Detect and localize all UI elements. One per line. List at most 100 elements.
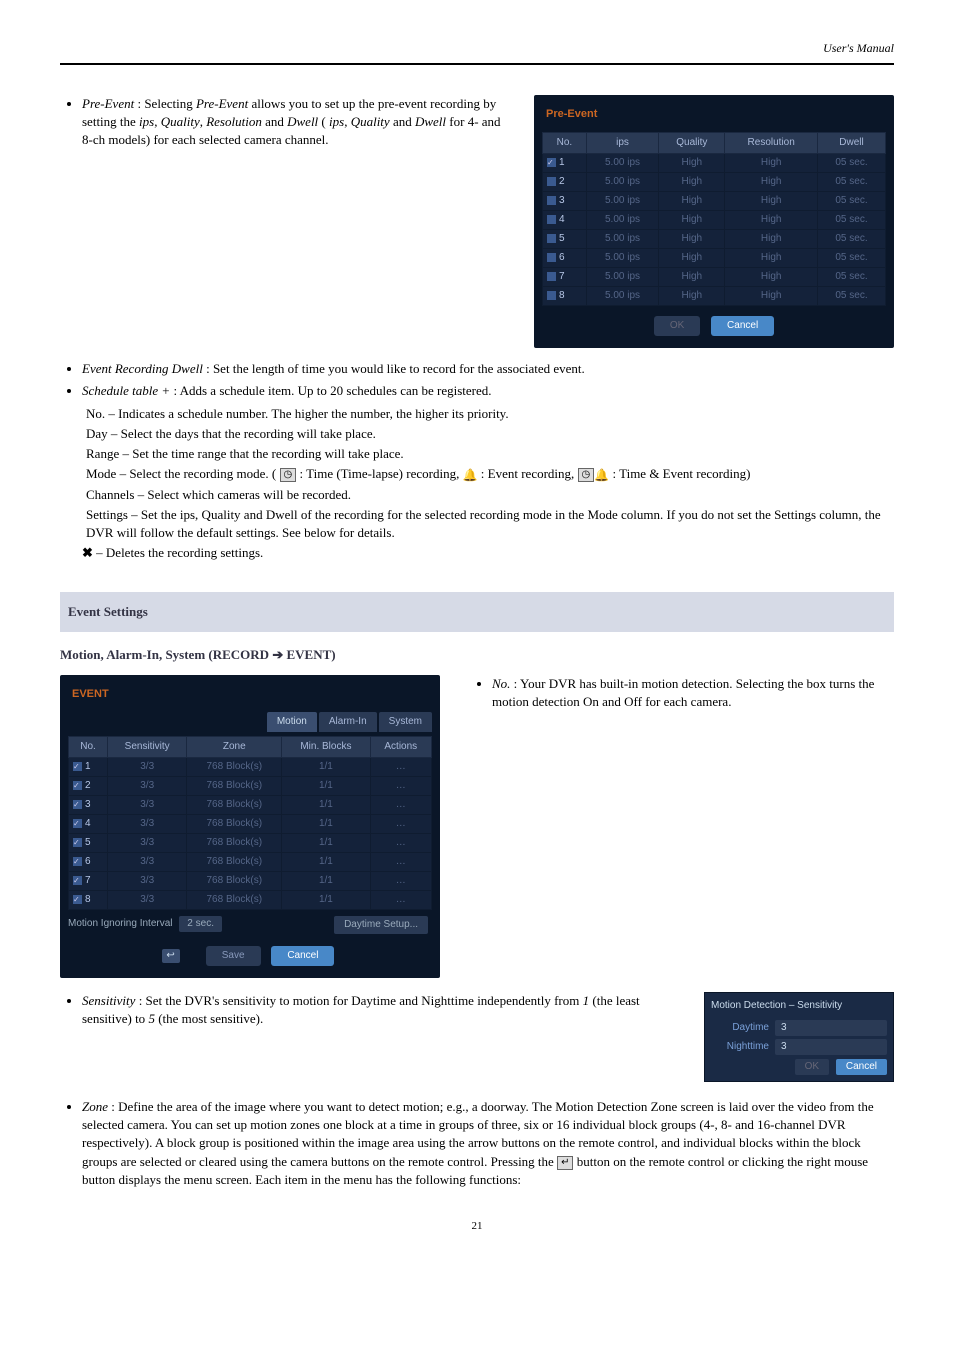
cell[interactable]: 05 sec.: [818, 211, 886, 230]
cell[interactable]: High: [659, 173, 725, 192]
cell[interactable]: High: [659, 249, 725, 268]
cell[interactable]: …: [370, 891, 431, 910]
checkbox[interactable]: [547, 196, 556, 205]
checkbox[interactable]: [547, 291, 556, 300]
column-header: Resolution: [725, 133, 818, 154]
cell[interactable]: 05 sec.: [818, 154, 886, 173]
back-icon[interactable]: ↩: [162, 949, 180, 963]
cell[interactable]: 768 Block(s): [187, 796, 282, 815]
cell[interactable]: 1/1: [282, 777, 370, 796]
cancel-button[interactable]: Cancel: [711, 316, 774, 336]
cell[interactable]: High: [659, 211, 725, 230]
cell[interactable]: High: [659, 192, 725, 211]
cell[interactable]: 5.00 ips: [586, 249, 659, 268]
cell[interactable]: 768 Block(s): [187, 853, 282, 872]
nighttime-value[interactable]: 3: [775, 1039, 887, 1055]
cell[interactable]: …: [370, 796, 431, 815]
table-row: 73/3768 Block(s)1/1…: [69, 872, 432, 891]
cell[interactable]: High: [659, 230, 725, 249]
cell[interactable]: High: [725, 154, 818, 173]
cell[interactable]: 3/3: [108, 758, 187, 777]
cell[interactable]: 1/1: [282, 834, 370, 853]
checkbox[interactable]: [547, 253, 556, 262]
checkbox[interactable]: [73, 819, 82, 828]
cell[interactable]: 5.00 ips: [586, 287, 659, 306]
table-row: 13/3768 Block(s)1/1…: [69, 758, 432, 777]
cell[interactable]: High: [725, 230, 818, 249]
cell[interactable]: High: [725, 173, 818, 192]
cell[interactable]: 05 sec.: [818, 287, 886, 306]
cell[interactable]: 3/3: [108, 796, 187, 815]
cell[interactable]: 3/3: [108, 834, 187, 853]
cell[interactable]: 05 sec.: [818, 268, 886, 287]
cell[interactable]: 05 sec.: [818, 249, 886, 268]
cell[interactable]: 768 Block(s): [187, 815, 282, 834]
cell[interactable]: 3/3: [108, 853, 187, 872]
cell[interactable]: 3/3: [108, 815, 187, 834]
save-button[interactable]: Save: [206, 946, 261, 966]
cancel-button[interactable]: Cancel: [271, 946, 334, 966]
cell[interactable]: 768 Block(s): [187, 872, 282, 891]
cell[interactable]: 5.00 ips: [586, 154, 659, 173]
cell[interactable]: …: [370, 815, 431, 834]
row-number: 2: [543, 173, 587, 192]
cell[interactable]: 1/1: [282, 891, 370, 910]
daytime-value[interactable]: 3: [775, 1020, 887, 1036]
checkbox[interactable]: [547, 215, 556, 224]
cell[interactable]: 1/1: [282, 796, 370, 815]
checkbox[interactable]: [547, 158, 556, 167]
checkbox[interactable]: [73, 838, 82, 847]
daytime-setup-button[interactable]: Daytime Setup...: [334, 916, 428, 934]
cell[interactable]: High: [725, 249, 818, 268]
cell[interactable]: 3/3: [108, 777, 187, 796]
cell[interactable]: 5.00 ips: [586, 173, 659, 192]
cell[interactable]: High: [725, 192, 818, 211]
cell[interactable]: 5.00 ips: [586, 230, 659, 249]
tab-motion[interactable]: Motion: [267, 712, 317, 732]
cancel-button[interactable]: Cancel: [836, 1059, 887, 1075]
ok-button[interactable]: OK: [654, 316, 700, 336]
cell[interactable]: …: [370, 834, 431, 853]
cell[interactable]: High: [659, 287, 725, 306]
cell[interactable]: …: [370, 872, 431, 891]
checkbox[interactable]: [73, 857, 82, 866]
dash-channels: Channels – Select which cameras will be …: [86, 486, 894, 504]
cell[interactable]: 768 Block(s): [187, 834, 282, 853]
cell[interactable]: 768 Block(s): [187, 777, 282, 796]
cell[interactable]: 1/1: [282, 872, 370, 891]
cell[interactable]: 768 Block(s): [187, 891, 282, 910]
checkbox[interactable]: [547, 234, 556, 243]
cell[interactable]: High: [659, 154, 725, 173]
checkbox[interactable]: [73, 800, 82, 809]
cell[interactable]: 1/1: [282, 853, 370, 872]
motion-ignoring-value[interactable]: 2 sec.: [179, 916, 222, 932]
cell[interactable]: 1/1: [282, 758, 370, 777]
cell[interactable]: 5.00 ips: [586, 211, 659, 230]
cell[interactable]: High: [725, 211, 818, 230]
cell[interactable]: …: [370, 777, 431, 796]
cell[interactable]: 3/3: [108, 891, 187, 910]
checkbox[interactable]: [73, 876, 82, 885]
ok-button[interactable]: OK: [795, 1059, 829, 1075]
cell[interactable]: 3/3: [108, 872, 187, 891]
cell[interactable]: 05 sec.: [818, 192, 886, 211]
checkbox[interactable]: [73, 762, 82, 771]
cell[interactable]: 05 sec.: [818, 230, 886, 249]
cell[interactable]: 5.00 ips: [586, 268, 659, 287]
cell[interactable]: 5.00 ips: [586, 192, 659, 211]
cell[interactable]: …: [370, 758, 431, 777]
cell[interactable]: High: [659, 268, 725, 287]
preevent-panel: Pre-Event No.ipsQualityResolutionDwell 1…: [534, 95, 894, 348]
checkbox[interactable]: [547, 177, 556, 186]
checkbox[interactable]: [73, 895, 82, 904]
cell[interactable]: …: [370, 853, 431, 872]
checkbox[interactable]: [547, 272, 556, 281]
cell[interactable]: High: [725, 287, 818, 306]
tab-alarm-in[interactable]: Alarm-In: [319, 712, 377, 732]
checkbox[interactable]: [73, 781, 82, 790]
cell[interactable]: 1/1: [282, 815, 370, 834]
cell[interactable]: 05 sec.: [818, 173, 886, 192]
cell[interactable]: High: [725, 268, 818, 287]
cell[interactable]: 768 Block(s): [187, 758, 282, 777]
tab-system[interactable]: System: [379, 712, 432, 732]
